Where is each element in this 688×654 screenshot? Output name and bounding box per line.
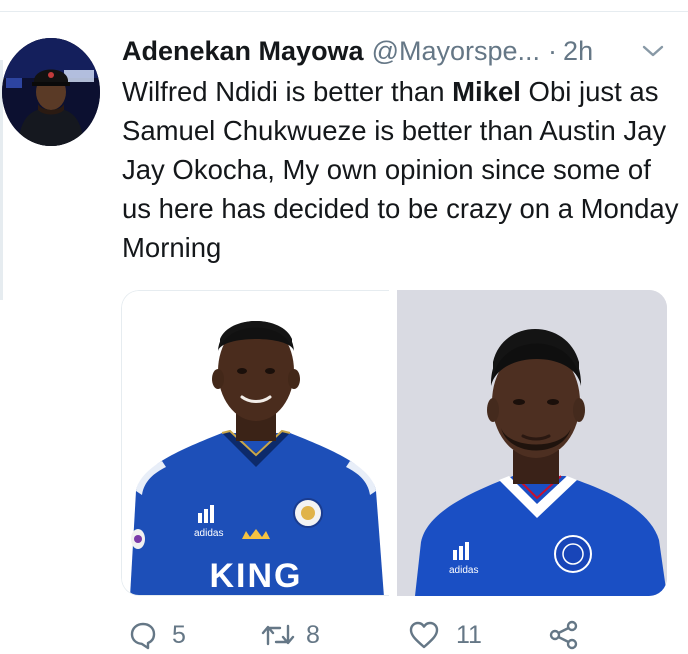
media-photo-left[interactable]: adidas KING <box>121 290 389 596</box>
heart-icon <box>408 620 440 650</box>
avatar-image <box>2 38 100 146</box>
reply-button[interactable]: 5 <box>128 620 186 650</box>
comment-icon <box>128 620 158 650</box>
like-button[interactable]: 11 <box>408 620 482 650</box>
author-name[interactable]: Adenekan Mayowa <box>122 36 364 67</box>
tweet-actions: 5 8 11 <box>0 612 688 654</box>
player-photo-leicester: adidas KING <box>122 291 389 595</box>
avatar[interactable] <box>2 38 100 146</box>
right-brand-text: adidas <box>449 565 478 576</box>
retweet-count: 8 <box>306 620 320 649</box>
tweet-header: Adenekan Mayowa @Mayorspe... · 2h <box>122 35 593 67</box>
left-brand-text: adidas <box>194 528 223 539</box>
top-divider <box>0 0 688 12</box>
separator-dot: · <box>548 35 558 66</box>
share-button[interactable] <box>548 620 580 650</box>
player-photo-chelsea: adidas <box>397 290 667 596</box>
media-photo-right[interactable]: adidas <box>397 290 667 596</box>
jersey-sponsor-text: KING <box>210 557 303 595</box>
author-handle[interactable]: @Mayorspe... <box>372 36 540 67</box>
share-icon <box>548 620 580 650</box>
like-count: 11 <box>456 620 482 649</box>
media-gap <box>389 290 397 596</box>
retweet-icon <box>260 620 296 650</box>
tweet-text-bold: Mikel <box>452 76 521 107</box>
reply-count: 5 <box>172 620 186 649</box>
retweet-button[interactable]: 8 <box>260 620 320 650</box>
timestamp[interactable]: 2h <box>563 36 593 67</box>
chevron-down-icon[interactable] <box>640 42 666 60</box>
tweet-text: Wilfred Ndidi is better than Mikel Obi j… <box>122 72 682 267</box>
tweet-text-start: Wilfred Ndidi is better than <box>122 76 453 107</box>
tweet-media[interactable]: adidas KING adidas <box>121 290 667 596</box>
